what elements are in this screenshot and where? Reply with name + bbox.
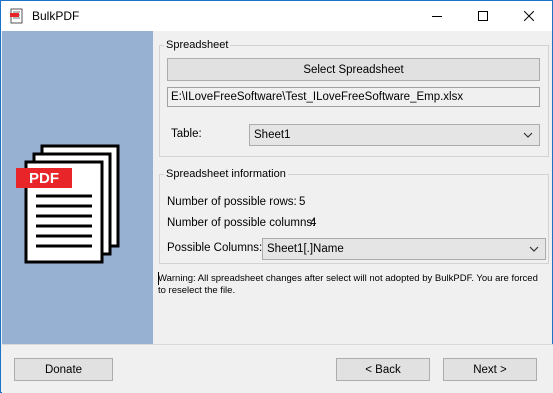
next-button[interactable]: Next >	[443, 358, 537, 381]
table-label: Table:	[171, 128, 202, 140]
pdf-badge-label: PDF	[29, 170, 59, 187]
close-icon	[524, 11, 534, 21]
maximize-button[interactable]	[460, 1, 506, 31]
possible-columns-select[interactable]: Sheet1[.]Name	[262, 238, 546, 260]
minimize-icon	[432, 16, 442, 17]
close-button[interactable]	[506, 1, 552, 31]
possible-columns-label: Possible Columns:	[167, 242, 263, 254]
table-select[interactable]: Sheet1	[249, 124, 540, 146]
bulkpdf-window: BulkPDF PDF Spreadsheet Select Spreadshe…	[0, 0, 553, 393]
columns-value: 4	[310, 217, 317, 229]
maximize-icon	[478, 11, 488, 21]
title-bar: BulkPDF	[1, 1, 552, 31]
rows-label: Number of possible rows:	[167, 196, 297, 208]
possible-columns-select-value: Sheet1[.]Name	[267, 243, 344, 255]
minimize-button[interactable]	[414, 1, 460, 31]
file-path-field[interactable]: E:\ILoveFreeSoftware\Test_ILoveFreeSoftw…	[167, 87, 540, 107]
back-button[interactable]: < Back	[336, 358, 430, 381]
spreadsheet-info-legend: Spreadsheet information	[166, 168, 286, 180]
warning-text: Warning: All spreadsheet changes after s…	[158, 273, 538, 296]
spreadsheet-legend: Spreadsheet	[166, 39, 229, 51]
chevron-down-icon	[529, 246, 539, 252]
rows-value: 5	[299, 196, 306, 208]
window-title: BulkPDF	[32, 9, 80, 23]
app-pdf-icon	[10, 8, 23, 24]
side-panel: PDF	[2, 31, 153, 344]
pdf-documents-icon: PDF	[16, 144, 120, 264]
columns-label: Number of possible columns:	[167, 217, 316, 229]
donate-button[interactable]: Donate	[14, 358, 113, 381]
select-spreadsheet-button[interactable]: Select Spreadsheet	[167, 58, 540, 81]
chevron-down-icon	[523, 132, 533, 138]
table-select-value: Sheet1	[254, 129, 291, 141]
